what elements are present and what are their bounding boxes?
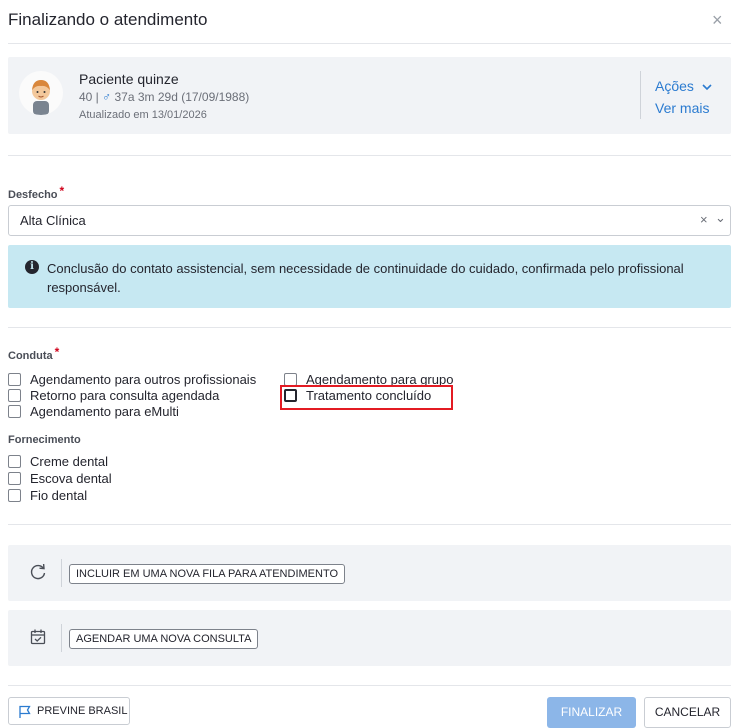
cancel-button[interactable]: CANCELAR: [644, 697, 731, 728]
checkbox-box[interactable]: [8, 388, 21, 402]
checkbox-box[interactable]: [8, 454, 21, 468]
divider: [61, 559, 62, 587]
desfecho-label: Desfecho *: [8, 184, 65, 201]
actions-dropdown[interactable]: Ações: [655, 78, 712, 94]
conduta-checkbox[interactable]: Agendamento para outros profissionais: [8, 371, 256, 387]
highlight-box: [280, 385, 453, 410]
avatar: [19, 71, 63, 115]
queue-card: INCLUIR EM UMA NOVA FILA PARA ATENDIMENT…: [8, 545, 731, 601]
patient-avatar-icon: [32, 80, 50, 115]
modal-title: Finalizando o atendimento: [8, 10, 208, 29]
checkbox-label: Creme dental: [30, 453, 109, 469]
desfecho-value: Alta Clínica: [20, 213, 86, 228]
fornecimento-label: Fornecimento: [8, 434, 81, 446]
checkbox-box[interactable]: [8, 404, 21, 418]
patient-updated: Atualizado em 13/01/2026: [79, 109, 207, 121]
checkbox-label: Agendamento para eMulti: [30, 403, 179, 419]
info-alert-text: Conclusão do contato assistencial, sem n…: [47, 261, 684, 295]
patient-card: Paciente quinze 40 | ♂ 37a 3m 29d (17/09…: [8, 57, 731, 134]
checkbox-label: Retorno para consulta agendada: [30, 387, 220, 403]
divider: [8, 327, 731, 328]
chevron-down-icon[interactable]: ⌄: [715, 210, 726, 226]
checkbox-box[interactable]: [8, 471, 21, 485]
checkbox-label: Fio dental: [30, 487, 88, 503]
checkbox-label: Agendamento para outros profissionais: [30, 371, 257, 387]
conduta-checkbox[interactable]: Agendamento para eMulti: [8, 403, 179, 419]
flag-icon: [19, 705, 31, 718]
schedule-appointment-button[interactable]: AGENDAR UMA NOVA CONSULTA: [69, 629, 259, 649]
divider: [61, 624, 62, 652]
patient-name: Paciente quinze: [79, 71, 179, 87]
fornecimento-checkbox[interactable]: Escova dental: [8, 470, 112, 486]
schedule-card: AGENDAR UMA NOVA CONSULTA: [8, 610, 731, 666]
fornecimento-checkbox[interactable]: Fio dental: [8, 487, 87, 503]
divider: [8, 155, 731, 156]
actions-label: Ações: [655, 78, 694, 94]
see-more-link[interactable]: Ver mais: [655, 100, 709, 116]
clear-icon[interactable]: ×: [700, 212, 708, 227]
divider: [8, 524, 731, 525]
divider: [640, 71, 641, 119]
conduta-checkbox[interactable]: Retorno para consulta agendada: [8, 387, 219, 403]
divider: [8, 685, 731, 686]
fornecimento-checkbox[interactable]: Creme dental: [8, 453, 108, 469]
previne-brasil-button[interactable]: PREVINE BRASIL: [8, 697, 130, 725]
desfecho-select[interactable]: Alta Clínica × ⌄: [8, 205, 731, 236]
add-to-queue-button[interactable]: INCLUIR EM UMA NOVA FILA PARA ATENDIMENT…: [69, 564, 346, 584]
patient-age: 37a 3m 29d (17/09/1988): [114, 90, 250, 104]
close-icon[interactable]: ×: [712, 10, 723, 31]
male-icon: ♂: [102, 90, 112, 104]
finalize-button[interactable]: FINALIZAR: [547, 697, 636, 728]
conduta-label: Conduta *: [8, 345, 60, 362]
refresh-icon: [30, 563, 46, 580]
checkbox-label: Escova dental: [30, 470, 112, 486]
info-icon: i: [25, 260, 39, 274]
chevron-down-icon: [702, 84, 712, 91]
divider: [8, 43, 731, 44]
patient-id: 40 |: [79, 90, 99, 104]
info-alert: i Conclusão do contato assistencial, sem…: [8, 245, 731, 308]
checkbox-box[interactable]: [284, 372, 297, 386]
patient-info: 40 | ♂ 37a 3m 29d (17/09/1988): [79, 90, 249, 104]
calendar-check-icon: [30, 629, 46, 645]
previne-brasil-label: PREVINE BRASIL: [37, 705, 128, 717]
checkbox-box[interactable]: [8, 372, 21, 386]
checkbox-box[interactable]: [8, 488, 21, 502]
